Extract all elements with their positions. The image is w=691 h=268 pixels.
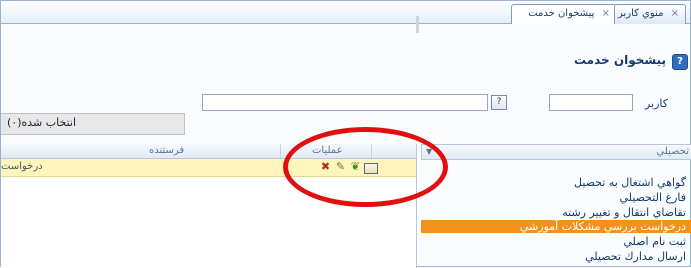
list-item[interactable]: تقاضاي انتقال و تغيير رشته bbox=[562, 206, 686, 219]
service-list-title: تحصيلي bbox=[656, 146, 689, 157]
tab-label: منوي كاربر bbox=[617, 8, 664, 19]
column-header-sender[interactable]: فرستنده bbox=[149, 144, 184, 158]
close-icon[interactable]: × bbox=[602, 8, 610, 19]
row-resize-handle[interactable] bbox=[416, 16, 419, 33]
column-divider[interactable] bbox=[280, 144, 281, 158]
user-label: كاربر bbox=[644, 97, 668, 110]
list-item-selected[interactable]: درخواست بررسي مشكلات آموزشي bbox=[421, 220, 691, 233]
user-input[interactable] bbox=[549, 94, 633, 111]
red-highlight-ellipse bbox=[283, 127, 448, 207]
service-list-header[interactable]: ▼ تحصيلي bbox=[421, 144, 691, 160]
tab-user-menu[interactable]: × منوي كاربر bbox=[614, 4, 686, 24]
search-input[interactable] bbox=[202, 94, 488, 111]
tab-strip: × پيشخوان خدمت × منوي كاربر bbox=[1, 1, 690, 24]
picker-button[interactable]: ? bbox=[491, 95, 507, 110]
service-list: ▼ تحصيلي گواهي اشتغال به تحصيل فارغ التح… bbox=[421, 144, 691, 268]
list-item[interactable]: گواهي اشتغال به تحصيل bbox=[574, 176, 686, 189]
selected-count-label: انتخاب شده(٠) bbox=[7, 116, 77, 129]
question-icon[interactable]: ? bbox=[672, 54, 688, 70]
close-icon[interactable]: × bbox=[671, 8, 679, 19]
list-item[interactable]: ثبت نام اصلي bbox=[623, 235, 686, 248]
tab-label: پيشخوان خدمت bbox=[528, 8, 595, 19]
selected-count-box[interactable]: انتخاب شده(٠) bbox=[1, 113, 185, 135]
row-request-text: درخواست bbox=[1, 161, 43, 172]
page-title: پيشخوان خدمت bbox=[573, 53, 666, 67]
list-item[interactable]: ارسال مدارك تحصيلي bbox=[585, 250, 686, 263]
tab-service-desk[interactable]: × پيشخوان خدمت bbox=[511, 4, 617, 24]
list-item[interactable]: فارغ التحصيلي bbox=[620, 191, 686, 204]
